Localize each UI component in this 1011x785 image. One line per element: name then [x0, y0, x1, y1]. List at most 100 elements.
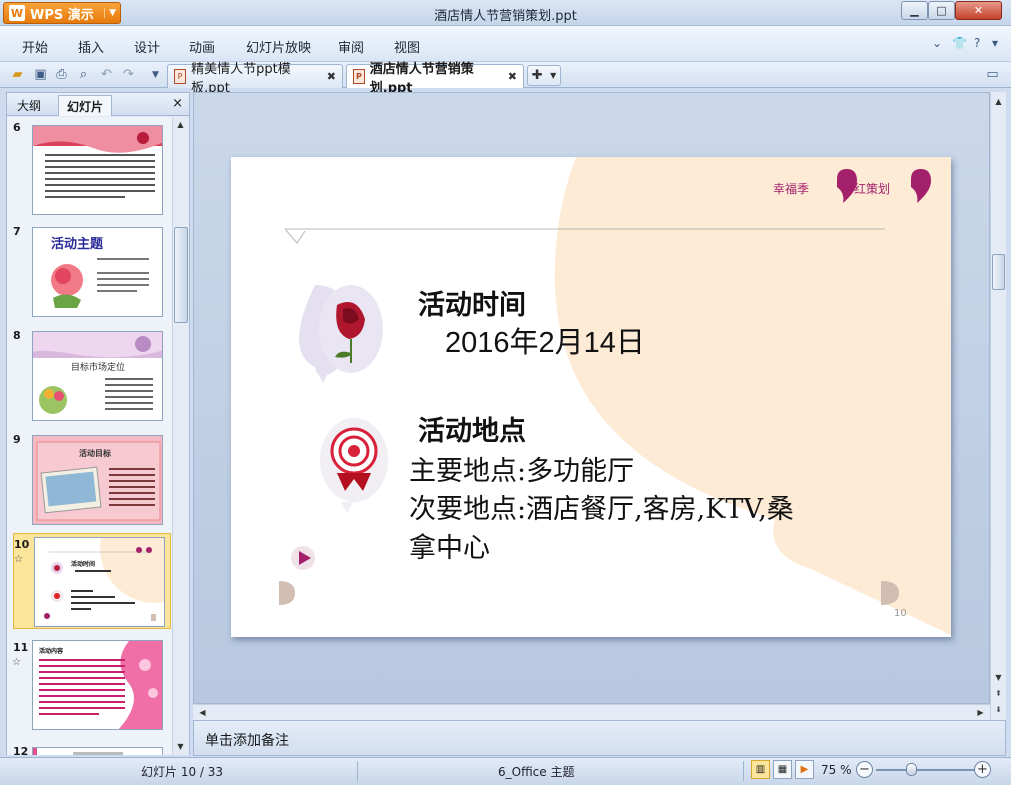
minus-icon: −: [859, 762, 870, 777]
print-icon[interactable]: ⎙: [53, 66, 70, 83]
editor-horizontal-scrollbar[interactable]: ◀ ▶: [193, 704, 990, 720]
notes-placeholder: 单击添加备注: [205, 733, 289, 749]
thumbnail-number: 8: [13, 329, 21, 342]
doc-tab-label: 精美情人节ppt模板.ppt: [191, 61, 291, 96]
notes-pane[interactable]: 单击添加备注: [193, 720, 1006, 756]
slide-background-art: [279, 157, 951, 635]
menu-bar: 开始 插入 设计 动画 幻灯片放映 审阅 视图 ⌄ 👕 ? ▾: [0, 26, 1011, 62]
menu-home[interactable]: 开始: [22, 37, 48, 56]
scroll-left-icon[interactable]: ◀: [195, 705, 210, 720]
secondary-place-line2[interactable]: 拿中心: [409, 526, 490, 565]
quick-access-toolbar: ▰ ▣ ⎙ ⌕ ↶ ↷ ▼ P 精美情人节ppt模板.ppt ✖ P 酒店情人节…: [0, 62, 1011, 96]
thumbnail-number: 12: [13, 745, 29, 755]
help-icon[interactable]: ?: [974, 36, 980, 50]
new-tab-button[interactable]: ✚ ▼: [527, 65, 561, 86]
thumbnail-image: [32, 125, 163, 215]
skin-shirt-icon[interactable]: 👕: [952, 36, 967, 50]
maximize-icon: □: [936, 4, 947, 17]
thumbnail-title: 活动时间: [71, 560, 95, 568]
window-title: 酒店情人节营销策划.ppt: [434, 9, 577, 24]
scroll-thumb[interactable]: [174, 227, 188, 323]
thumbnail-slide-9[interactable]: 9 活动目标: [7, 429, 172, 529]
heading-event-time[interactable]: 活动时间: [418, 283, 526, 322]
thumbnail-image: 活动时间: [34, 537, 165, 627]
current-slide[interactable]: 幸福季 红策划 活动时间 2016年2月14日 活动地点 主要地点:多功能厅 次…: [231, 157, 951, 637]
print-preview-icon[interactable]: ⌕: [75, 66, 92, 83]
editor-vertical-scrollbar[interactable]: ▲ ▼ ⇞ ⇟: [990, 92, 1006, 720]
zoom-slider-handle[interactable]: [906, 763, 917, 776]
menu-animation[interactable]: 动画: [189, 37, 215, 56]
customize-toolbar-chevron-icon[interactable]: ▼: [147, 66, 164, 83]
thumbnail-slide-12[interactable]: 12: [7, 741, 172, 755]
window-layout-icon[interactable]: ▭: [984, 66, 1001, 83]
save-icon[interactable]: ▣: [32, 66, 49, 83]
redo-icon[interactable]: ↷: [120, 66, 137, 83]
close-icon: ✕: [973, 4, 984, 17]
scroll-right-icon[interactable]: ▶: [973, 705, 988, 720]
undo-icon[interactable]: ↶: [98, 66, 115, 83]
minimize-button[interactable]: ▁: [901, 1, 928, 20]
secondary-place-line1[interactable]: 次要地点:酒店餐厅,客房,KTV,桑: [409, 487, 794, 526]
slideshow-button[interactable]: ▶: [795, 760, 814, 779]
ribbon-collapse-icon[interactable]: ⌄: [932, 36, 942, 50]
animation-star-icon: ☆: [14, 554, 23, 565]
ppt-file-icon: P: [353, 69, 365, 84]
thumbnail-image: 活动主题: [32, 227, 163, 317]
thumbnail-slide-7[interactable]: 7 活动主题: [7, 221, 172, 321]
help-menu-chevron-icon[interactable]: ▾: [992, 36, 998, 50]
menu-view[interactable]: 视图: [394, 37, 420, 56]
event-date[interactable]: 2016年2月14日: [445, 319, 645, 361]
next-slide-icon[interactable]: ⇟: [991, 702, 1006, 717]
doc-tab-template[interactable]: P 精美情人节ppt模板.ppt ✖: [167, 62, 343, 96]
tab-outline[interactable]: 大纲: [9, 95, 49, 116]
close-tab-icon[interactable]: ✖: [508, 70, 517, 83]
thumbnail-title: 目标市场定位: [71, 361, 125, 373]
menu-design[interactable]: 设计: [134, 37, 160, 56]
thumbnail-slide-11[interactable]: 11 ☆ 活动内容: [7, 637, 172, 737]
scroll-up-icon[interactable]: ▲: [173, 117, 188, 132]
thumbnail-scrollbar[interactable]: ▲ ▼: [172, 117, 189, 755]
navigation-tabs: 大纲 幻灯片 ×: [7, 93, 189, 116]
doc-tab-current[interactable]: P 酒店情人节营销策划.ppt ✖: [346, 62, 524, 96]
scroll-up-icon[interactable]: ▲: [991, 94, 1006, 109]
close-tab-icon[interactable]: ✖: [327, 70, 336, 83]
slide-counter: 幻灯片 10 / 33: [141, 765, 224, 779]
maximize-button[interactable]: □: [928, 1, 955, 20]
thumbnail-image: [32, 747, 163, 755]
scroll-down-icon[interactable]: ▼: [173, 739, 188, 754]
zoom-level[interactable]: 75 %: [821, 763, 852, 777]
open-folder-icon[interactable]: ▰: [9, 66, 26, 83]
chevron-down-icon: ▼: [550, 71, 557, 80]
slideshow-icon: ▶: [800, 764, 809, 775]
thumbnail-image: 活动内容: [32, 640, 163, 730]
slide-sorter-button[interactable]: ▦: [773, 760, 792, 779]
thumbnail-title: 活动主题: [51, 236, 104, 252]
thumbnail-number: 9: [13, 433, 21, 446]
minimize-icon: ▁: [910, 4, 919, 17]
menu-slideshow[interactable]: 幻灯片放映: [246, 37, 311, 56]
zoom-in-button[interactable]: +: [974, 761, 991, 778]
previous-slide-icon[interactable]: ⇞: [991, 686, 1006, 701]
zoom-out-button[interactable]: −: [856, 761, 873, 778]
tab-slides[interactable]: 幻灯片: [58, 95, 113, 116]
close-window-button[interactable]: ✕: [955, 1, 1002, 20]
menu-review[interactable]: 审阅: [338, 37, 364, 56]
thumbnail-slide-8[interactable]: 8 目标市场定位: [7, 325, 172, 425]
scroll-thumb[interactable]: [992, 254, 1005, 290]
status-bar: 幻灯片 10 / 33 6_Office 主题 ▥ ▦ ▶ 75 % − +: [0, 757, 1011, 785]
scroll-down-icon[interactable]: ▼: [991, 670, 1006, 685]
thumbnail-slide-6[interactable]: 6: [7, 117, 172, 217]
heading-event-place[interactable]: 活动地点: [418, 409, 526, 448]
main-place[interactable]: 主要地点:多功能厅: [409, 449, 634, 488]
status-divider: [357, 761, 358, 781]
menu-insert[interactable]: 插入: [78, 37, 104, 56]
lollipop-image: [320, 418, 388, 513]
plus-icon: +: [977, 762, 988, 777]
thumbnail-slide-10[interactable]: 10 ☆ 活动时间: [13, 533, 171, 629]
slide-navigation-pane: 大纲 幻灯片 × 6 7 活动主题 8 目标市场定位 9 活动目标 10 ☆ 活…: [6, 92, 190, 755]
normal-view-button[interactable]: ▥: [751, 760, 770, 779]
close-pane-icon[interactable]: ×: [172, 96, 183, 111]
zoom-slider-track[interactable]: [876, 769, 976, 771]
ppt-file-icon: P: [174, 69, 187, 84]
normal-view-icon: ▥: [755, 764, 766, 775]
